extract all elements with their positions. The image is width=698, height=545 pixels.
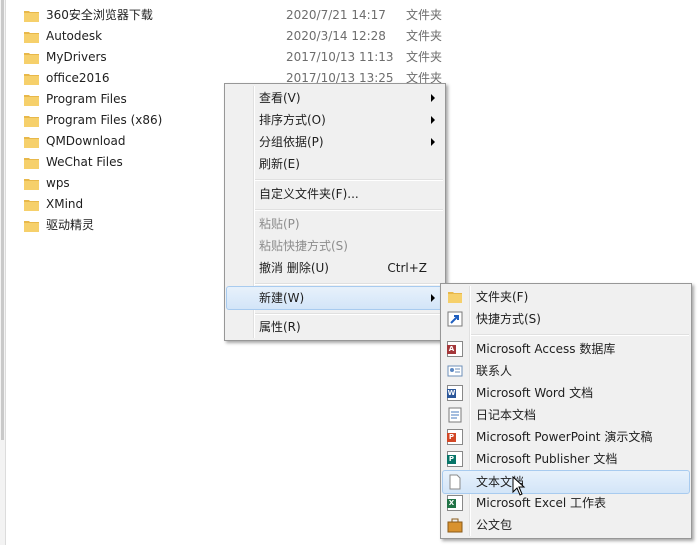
submenu-arrow-icon (431, 138, 435, 146)
shortcut-label: Ctrl+Z (387, 261, 427, 275)
excel-icon: X (447, 495, 463, 511)
submenu-item-text[interactable]: 文本文档 (442, 470, 690, 494)
menu-item-paste[interactable]: 粘贴(P) (227, 213, 443, 235)
file-type: 文件夹 (406, 8, 443, 22)
menu-item-label: 属性(R) (259, 320, 301, 334)
menu-item-label: Microsoft Publisher 文档 (476, 452, 618, 466)
menu-item-label: Microsoft PowerPoint 演示文稿 (476, 430, 653, 444)
file-name: office2016 (46, 71, 110, 85)
folder-icon (24, 116, 39, 127)
left-scrollbar[interactable] (0, 0, 6, 545)
publisher-icon: P (447, 451, 463, 467)
submenu-item-shortcut[interactable]: 快捷方式(S) (443, 308, 689, 330)
menu-item-undo[interactable]: 撤消 删除(U) Ctrl+Z (227, 257, 443, 279)
scrollbar-thumb[interactable] (1, 0, 4, 440)
menu-item-properties[interactable]: 属性(R) (227, 316, 443, 338)
file-name: 驱动精灵 (46, 218, 95, 232)
menu-item-refresh[interactable]: 刷新(E) (227, 153, 443, 175)
shortcut-icon (447, 311, 463, 327)
access-icon: A (447, 341, 463, 357)
menu-item-label: 自定义文件夹(F)... (259, 187, 359, 201)
folder-icon (24, 179, 39, 190)
menu-item-label: 公文包 (476, 518, 513, 532)
word-icon: W (447, 385, 463, 401)
menu-item-label: Microsoft Excel 工作表 (476, 496, 607, 510)
folder-icon (24, 53, 39, 64)
menu-separator (255, 313, 443, 315)
text-document-icon (449, 474, 461, 490)
journal-icon (448, 407, 462, 423)
folder-icon (24, 95, 39, 106)
menu-item-label: 查看(V) (259, 91, 301, 105)
menu-item-label: 排序方式(O) (259, 113, 326, 127)
file-date: 2017/10/13 11:13 (286, 50, 394, 64)
submenu-item-excel[interactable]: X Microsoft Excel 工作表 (443, 492, 689, 514)
menu-item-paste-shortcut[interactable]: 粘贴快捷方式(S) (227, 235, 443, 257)
submenu-item-powerpoint[interactable]: P Microsoft PowerPoint 演示文稿 (443, 426, 689, 448)
file-type: 文件夹 (406, 50, 443, 64)
file-row[interactable]: Autodesk 2020/3/14 12:28 文件夹 (24, 26, 454, 47)
file-name: Program Files (x86) (46, 113, 163, 127)
menu-item-label: 粘贴(P) (259, 217, 300, 231)
file-name: Program Files (46, 92, 127, 106)
menu-item-view[interactable]: 查看(V) (227, 87, 443, 109)
file-row[interactable]: 360安全浏览器下载 2020/7/21 14:17 文件夹 (24, 5, 454, 26)
menu-item-label: 刷新(E) (259, 157, 300, 171)
submenu-arrow-icon (431, 294, 435, 302)
file-name: MyDrivers (46, 50, 107, 64)
submenu-item-word[interactable]: W Microsoft Word 文档 (443, 382, 689, 404)
menu-item-label: 撤消 删除(U) (259, 261, 329, 275)
briefcase-icon (447, 518, 463, 533)
menu-item-label: 文件夹(F) (476, 290, 529, 304)
file-name: QMDownload (46, 134, 126, 148)
menu-item-label: Microsoft Word 文档 (476, 386, 594, 400)
file-date: 2020/3/14 12:28 (286, 29, 386, 43)
mouse-pointer-icon (512, 476, 526, 496)
file-name: Autodesk (46, 29, 103, 43)
submenu-item-folder[interactable]: 文件夹(F) (443, 286, 689, 308)
menu-separator (255, 209, 443, 211)
folder-icon (24, 32, 39, 43)
folder-icon (24, 137, 39, 148)
file-date: 2020/7/21 14:17 (286, 8, 386, 22)
menu-item-label: Microsoft Access 数据库 (476, 342, 616, 356)
folder-icon (24, 74, 39, 85)
submenu-item-access[interactable]: A Microsoft Access 数据库 (443, 338, 689, 360)
folder-icon (24, 11, 39, 22)
menu-separator (255, 283, 443, 285)
folder-icon (24, 158, 39, 169)
menu-item-customize[interactable]: 自定义文件夹(F)... (227, 183, 443, 205)
menu-separator (255, 179, 443, 181)
submenu-item-briefcase[interactable]: 公文包 (443, 514, 689, 536)
menu-item-label: 快捷方式(S) (476, 312, 541, 326)
file-name: XMind (46, 197, 84, 211)
file-type: 文件夹 (406, 29, 443, 43)
context-menu: 查看(V) 排序方式(O) 分组依据(P) 刷新(E) 自定义文件夹(F)...… (224, 83, 446, 341)
file-name: wps (46, 176, 70, 190)
menu-item-group[interactable]: 分组依据(P) (227, 131, 443, 153)
submenu-arrow-icon (431, 116, 435, 124)
menu-item-label: 分组依据(P) (259, 135, 324, 149)
menu-item-label: 日记本文档 (476, 408, 537, 422)
menu-separator (471, 334, 689, 336)
file-row[interactable]: MyDrivers 2017/10/13 11:13 文件夹 (24, 47, 454, 68)
new-submenu: 文件夹(F) 快捷方式(S) A Microsoft Access 数据库 联系… (440, 283, 692, 539)
powerpoint-icon: P (447, 429, 463, 445)
menu-item-sort[interactable]: 排序方式(O) (227, 109, 443, 131)
folder-icon (448, 292, 462, 303)
menu-item-label: 联系人 (476, 364, 513, 378)
submenu-item-journal[interactable]: 日记本文档 (443, 404, 689, 426)
file-name: 360安全浏览器下载 (46, 8, 153, 22)
contact-icon (447, 365, 463, 377)
menu-item-label: 粘贴快捷方式(S) (259, 239, 348, 253)
submenu-item-contact[interactable]: 联系人 (443, 360, 689, 382)
menu-item-new[interactable]: 新建(W) (226, 286, 444, 310)
menu-item-label: 新建(W) (259, 291, 305, 305)
file-name: WeChat Files (46, 155, 123, 169)
folder-icon (24, 221, 39, 232)
folder-icon (24, 200, 39, 211)
submenu-item-publisher[interactable]: P Microsoft Publisher 文档 (443, 448, 689, 470)
submenu-arrow-icon (431, 94, 435, 102)
